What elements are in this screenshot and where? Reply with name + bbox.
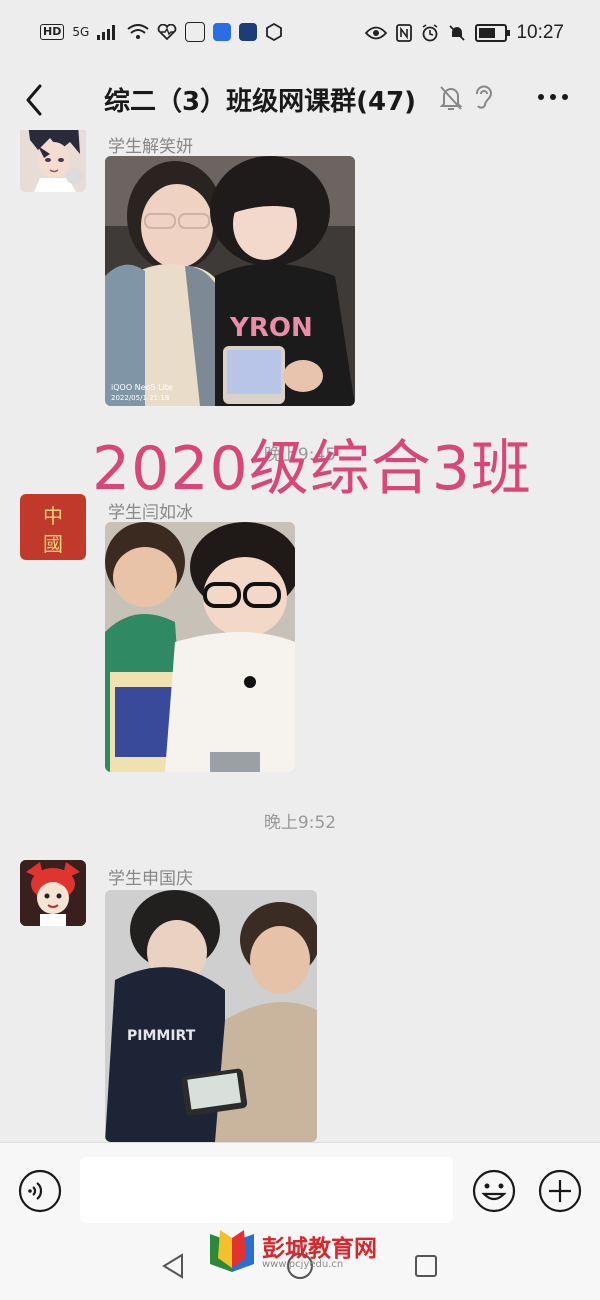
message-input[interactable]: [80, 1157, 453, 1223]
heartbeat-icon: [157, 24, 177, 40]
sender-name: 学生申国庆: [108, 869, 193, 889]
back-arrow-icon[interactable]: [20, 82, 50, 118]
status-left: HD 5G: [40, 22, 283, 42]
anime-boy-avatar-icon[interactable]: [20, 130, 86, 192]
emoji-icon[interactable]: [472, 1169, 516, 1213]
nfc-icon: [396, 24, 413, 42]
network-type: 5G: [72, 25, 90, 39]
group-title: 综二（3）班级网课群(47): [104, 87, 417, 117]
input-bar: [0, 1142, 600, 1239]
more-options-icon[interactable]: [536, 90, 570, 104]
nav-recent-apps-icon[interactable]: [414, 1254, 438, 1278]
hexagon-app-icon: [266, 23, 283, 41]
book-logo-icon: [210, 1230, 254, 1272]
svg-text:YRON: YRON: [229, 313, 313, 343]
avatar-character-1: 中: [43, 504, 63, 528]
clock: 10:27: [516, 22, 564, 43]
plus-icon[interactable]: [538, 1169, 582, 1213]
chat-app-icon: [185, 22, 206, 42]
avatar-character-2: 國: [43, 532, 63, 556]
photo-message-1[interactable]: YRON iQOO Neo5 Lite 2022/05/1 21:18: [105, 156, 355, 406]
mute-notification-icon: [449, 25, 466, 41]
status-bar: HD 5G 10:27: [0, 0, 600, 70]
cartoon-girl-avatar-icon[interactable]: [20, 860, 86, 926]
signal-icon: [97, 25, 116, 40]
sender-name: 学生解笑妍: [108, 137, 193, 157]
chat-messages[interactable]: 学生解笑妍 YRON iQOO Neo5 Lite 2022/05/1 21:1…: [0, 130, 600, 1142]
wifi-icon: [127, 24, 149, 39]
photo-1-watermark: iQOO Neo5 Lite: [111, 383, 173, 392]
site-logo: 彭城教育网 www.pcjyedu.cn: [206, 1226, 396, 1278]
class-watermark: 2020级综合3班: [92, 434, 532, 504]
photo-message-3[interactable]: PIMMIRT: [105, 890, 317, 1142]
battery-icon: [475, 24, 511, 42]
chat-header: 综二（3）班级网课群(47): [0, 70, 600, 130]
qq-icon: [239, 23, 258, 41]
ear-icon: [476, 85, 493, 109]
svg-text:PIMMIRT: PIMMIRT: [127, 1028, 196, 1044]
logo-url: www.pcjyedu.cn: [262, 1259, 344, 1270]
hd-badge: HD: [40, 24, 65, 40]
photo-message-2[interactable]: [105, 522, 295, 772]
dingtalk-icon: [213, 23, 232, 41]
photo-1-date-stamp: 2022/05/1 21:18: [111, 394, 169, 402]
alarm-icon: [423, 24, 438, 42]
voice-input-icon[interactable]: [18, 1169, 62, 1213]
status-right: 10:27: [365, 22, 564, 44]
china-seal-avatar-icon[interactable]: 中 國: [20, 494, 86, 560]
nav-back-icon[interactable]: [160, 1252, 186, 1280]
bell-muted-icon: [439, 86, 463, 110]
timestamp: 晚上9:52: [263, 813, 337, 833]
eye-icon: [365, 26, 388, 40]
logo-text: 彭城教育网: [262, 1236, 377, 1262]
